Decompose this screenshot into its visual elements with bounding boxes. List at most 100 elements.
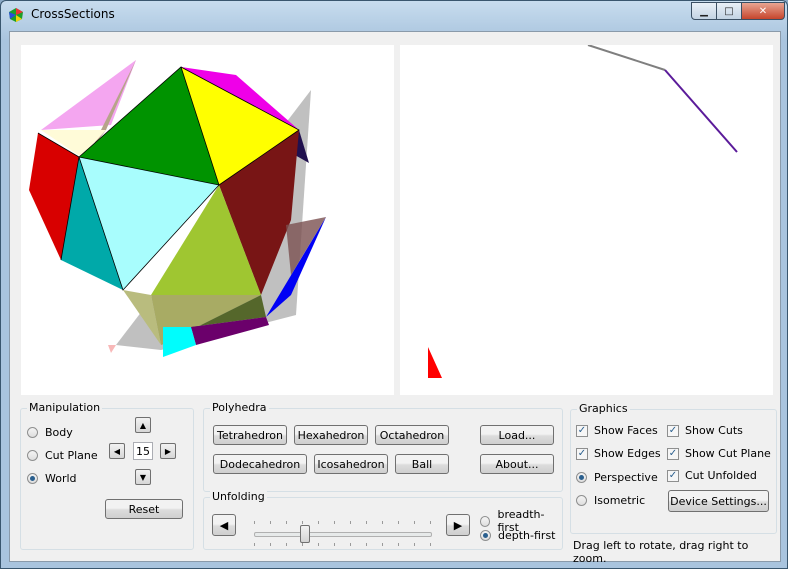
slider-tick [382, 521, 383, 524]
checkbox-box: ✓ [576, 424, 588, 437]
radio-label: Perspective [594, 471, 658, 484]
slider-tick [430, 521, 431, 524]
slider-tick [382, 543, 383, 546]
slider-tick [254, 543, 255, 546]
radio-circle [480, 515, 491, 527]
hexahedron-button[interactable]: Hexahedron [294, 425, 368, 445]
title-bar[interactable]: CrossSections ▁ □ ✕ [1, 1, 787, 29]
radio-label: World [45, 472, 77, 485]
rotate-down-button[interactable]: ▼ [135, 469, 151, 485]
unfolding-view[interactable] [400, 45, 773, 395]
show-cut-plane-checkbox[interactable]: ✓ Show Cut Plane [667, 447, 771, 460]
checkbox-box: ✓ [667, 447, 679, 460]
checkbox-box: ✓ [667, 469, 679, 482]
app-icon [9, 8, 23, 22]
checkbox-box: ✓ [576, 447, 588, 460]
radio-circle [27, 450, 38, 461]
radio-circle [576, 472, 587, 483]
slider-tick [398, 543, 399, 546]
radio-isometric[interactable]: Isometric [576, 494, 645, 507]
device-settings-button[interactable]: Device Settings... [668, 490, 769, 512]
about-button[interactable]: About... [480, 454, 554, 474]
unfolding-group: Unfolding ◀ ▶ breadth-first depth-first [203, 490, 563, 550]
minimize-button[interactable]: ▁ [691, 2, 717, 20]
ball-button[interactable]: Ball [395, 454, 449, 474]
slider-tick [270, 543, 271, 546]
checkbox-label: Show Cut Plane [685, 447, 771, 460]
checkbox-label: Cut Unfolded [685, 469, 757, 482]
slider-tick [318, 521, 319, 524]
status-text: Drag left to rotate, drag right to zoom. [573, 539, 749, 565]
cut-face-red [428, 347, 442, 378]
slider-tick [254, 521, 255, 524]
slider-tick [366, 543, 367, 546]
radio-circle [27, 473, 38, 484]
radio-label: Cut Plane [45, 449, 98, 462]
checkbox-label: Show Cuts [685, 424, 743, 437]
slider-tick [430, 543, 431, 546]
radio-label: Body [45, 426, 73, 439]
app-window: CrossSections ▁ □ ✕ Manipulation Body Cu… [0, 0, 788, 569]
slider-tick [334, 521, 335, 524]
slider-tick [414, 543, 415, 546]
radio-circle [27, 427, 38, 438]
unfold-next-button[interactable]: ▶ [446, 514, 470, 536]
slider-tick [318, 543, 319, 546]
face-cyan [163, 327, 196, 357]
icosahedron-button[interactable]: Icosahedron [314, 454, 388, 474]
checkbox-box: ✓ [667, 424, 679, 437]
slider-thumb[interactable] [300, 525, 311, 543]
tetrahedron-button[interactable]: Tetrahedron [213, 425, 287, 445]
rotate-up-button[interactable]: ▲ [135, 417, 151, 433]
slider-track [254, 532, 432, 537]
reset-button[interactable]: Reset [105, 499, 183, 519]
cut-plane-brown [286, 217, 326, 275]
polyhedra-title: Polyhedra [210, 401, 269, 414]
octahedron-button[interactable]: Octahedron [375, 425, 449, 445]
radio-body[interactable]: Body [27, 426, 73, 439]
slider-tick [302, 543, 303, 546]
radio-world[interactable]: World [27, 472, 77, 485]
radio-perspective[interactable]: Perspective [576, 471, 658, 484]
window-title: CrossSections [31, 7, 115, 21]
graphics-title: Graphics [577, 402, 630, 415]
show-edges-checkbox[interactable]: ✓ Show Edges [576, 447, 661, 460]
step-angle-field[interactable]: 15 [133, 442, 153, 460]
slider-tick [414, 521, 415, 524]
manipulation-title: Manipulation [27, 401, 103, 414]
maximize-button[interactable]: □ [716, 2, 742, 20]
slider-tick [366, 521, 367, 524]
load-button[interactable]: Load... [480, 425, 554, 445]
radio-circle [576, 495, 587, 506]
cut-unfolded-checkbox[interactable]: ✓ Cut Unfolded [667, 469, 757, 482]
show-faces-checkbox[interactable]: ✓ Show Faces [576, 424, 658, 437]
manipulation-group: Manipulation Body Cut Plane World ▲ ◀ 15… [20, 401, 194, 550]
cut-edge-purple [664, 69, 738, 153]
radio-cut-plane[interactable]: Cut Plane [27, 449, 98, 462]
unfolding-slider[interactable] [204, 498, 464, 548]
polyhedron-view[interactable] [21, 45, 394, 395]
slider-tick [398, 521, 399, 524]
slider-tick [350, 543, 351, 546]
radio-depth-first[interactable]: depth-first [480, 529, 555, 542]
slider-tick [286, 521, 287, 524]
radio-label: Isometric [594, 494, 646, 507]
slider-tick [270, 521, 271, 524]
slider-tick [286, 543, 287, 546]
dodecahedron-button[interactable]: Dodecahedron [213, 454, 307, 474]
checkbox-label: Show Faces [594, 424, 658, 437]
client-area: Manipulation Body Cut Plane World ▲ ◀ 15… [9, 31, 781, 565]
graphics-group: Graphics ✓ Show Faces ✓ Show Edges Persp… [570, 402, 777, 534]
radio-label: depth-first [498, 529, 556, 542]
face-pink-corner [108, 345, 116, 353]
slider-tick [350, 521, 351, 524]
slider-tick [334, 543, 335, 546]
radio-circle [480, 530, 491, 541]
rotate-left-button[interactable]: ◀ [109, 443, 125, 459]
rotate-right-button[interactable]: ▶ [160, 443, 176, 459]
show-cuts-checkbox[interactable]: ✓ Show Cuts [667, 424, 743, 437]
slider-tick [302, 521, 303, 524]
close-button[interactable]: ✕ [741, 2, 785, 20]
polyhedra-group: Polyhedra Tetrahedron Hexahedron Octahed… [203, 401, 563, 492]
cut-edge-gray [587, 45, 666, 71]
